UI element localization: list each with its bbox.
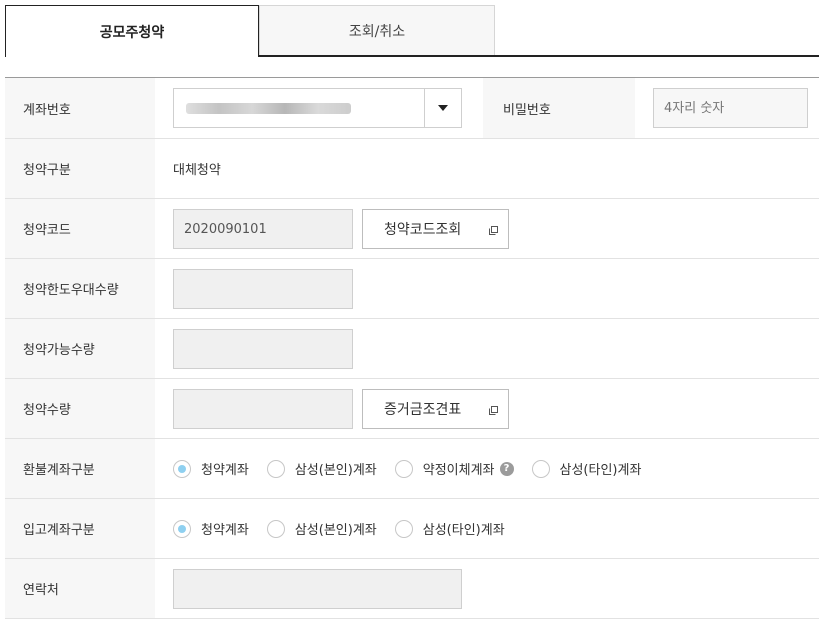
margin-table-label: 증거금조견표 [384,402,462,418]
sub-code-label: 청약코드 [5,199,155,258]
radio-label: 약정이체계좌 [422,463,495,478]
radio-icon[interactable] [394,519,413,538]
account-select[interactable] [173,88,462,128]
row-sub-code: 청약코드 2020090101 청약코드조회 [5,199,819,259]
refund-option-contract[interactable]: 약정이체계좌? [394,459,514,478]
margin-table-button[interactable]: 증거금조견표 [362,389,509,429]
refund-radio-group: 청약계좌 삼성(본인)계좌 약정이체계좌? 삼성(타인)계좌 [173,439,659,498]
row-sub-qty: 청약수량 증거금조견표 [5,379,819,439]
row-contact: 연락처 [5,559,819,619]
radio-label: 청약계좌 [201,523,249,538]
contact-field[interactable] [173,569,462,609]
deposit-option-samsung-other[interactable]: 삼성(타인)계좌 [394,519,505,538]
popup-icon [489,226,498,235]
tab-ipo-subscription[interactable]: 공모주청약 [5,5,259,57]
radio-selected-icon[interactable] [173,459,191,478]
refund-label: 환불계좌구분 [5,439,155,498]
row-limit-qty: 청약한도우대수량 [5,259,819,319]
sub-qty-label: 청약수량 [5,379,155,438]
password-label: 비밀번호 [483,78,635,138]
refund-option-samsung-own[interactable]: 삼성(본인)계좌 [266,459,377,478]
row-sub-type: 청약구분 대체청약 [5,139,819,199]
subscription-form: 계좌번호 비밀번호 청약구분 대체청약 청약코드 2020090101 청약코드… [5,77,819,619]
row-avail-qty: 청약가능수량 [5,319,819,379]
sub-code-lookup-button[interactable]: 청약코드조회 [362,209,509,249]
contact-label: 연락처 [5,559,155,618]
deposit-option-samsung-own[interactable]: 삼성(본인)계좌 [266,519,377,538]
popup-icon [489,406,498,415]
sub-qty-field[interactable] [173,389,353,429]
sub-type-value: 대체청약 [173,163,221,178]
row-deposit: 입고계좌구분 청약계좌 삼성(본인)계좌 삼성(타인)계좌 [5,499,819,559]
select-divider [424,89,425,127]
row-account: 계좌번호 비밀번호 [5,78,819,139]
account-label: 계좌번호 [5,78,155,138]
sub-type-label: 청약구분 [5,139,155,198]
radio-icon[interactable] [266,519,285,538]
radio-label: 삼성(본인)계좌 [294,523,377,538]
chevron-down-icon[interactable] [438,105,448,111]
radio-label: 삼성(타인)계좌 [559,463,642,478]
limit-qty-field [173,269,353,309]
radio-selected-icon[interactable] [173,519,191,538]
radio-label: 삼성(본인)계좌 [294,463,377,478]
avail-qty-label: 청약가능수량 [5,319,155,378]
tab-bar: 공모주청약 조회/취소 [5,5,819,57]
tab-inquiry-cancel[interactable]: 조회/취소 [259,5,495,55]
deposit-option-sub-account[interactable]: 청약계좌 [173,519,249,538]
refund-option-sub-account[interactable]: 청약계좌 [173,459,249,478]
row-refund: 환불계좌구분 청약계좌 삼성(본인)계좌 약정이체계좌? 삼성(타인)계좌 [5,439,819,499]
password-input[interactable] [653,88,808,128]
limit-qty-label: 청약한도우대수량 [5,259,155,318]
deposit-radio-group: 청약계좌 삼성(본인)계좌 삼성(타인)계좌 [173,499,523,558]
help-icon[interactable]: ? [499,461,514,476]
sub-code-lookup-label: 청약코드조회 [384,222,462,238]
radio-label: 청약계좌 [201,463,249,478]
sub-code-field[interactable]: 2020090101 [173,209,353,249]
radio-icon[interactable] [394,459,413,478]
radio-label: 삼성(타인)계좌 [422,523,505,538]
avail-qty-field [173,329,353,369]
refund-option-samsung-other[interactable]: 삼성(타인)계좌 [531,459,642,478]
deposit-label: 입고계좌구분 [5,499,155,558]
radio-icon[interactable] [266,459,285,478]
radio-icon[interactable] [531,459,550,478]
account-value-masked [186,103,351,114]
